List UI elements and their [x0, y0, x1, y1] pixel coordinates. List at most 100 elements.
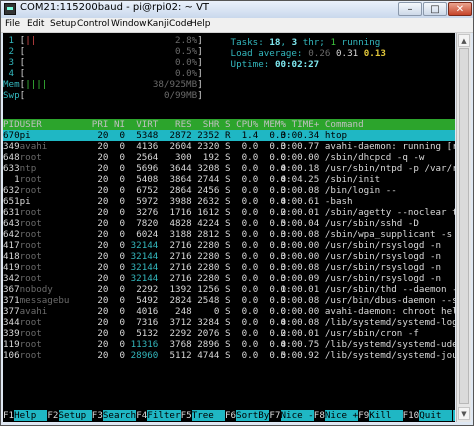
process-virt: 6752 [136, 185, 159, 196]
process-virt: 5696 [136, 163, 159, 174]
close-button[interactable]: ✕ [448, 2, 472, 16]
process-shr: 2744 [197, 174, 220, 185]
process-pid: 371 [3, 295, 20, 306]
process-pri: 20 [97, 152, 109, 163]
menu-edit[interactable]: Edit [27, 19, 44, 29]
process-time: 0:00.08 [280, 295, 320, 306]
process-res: 2604 [169, 141, 192, 152]
process-s: S [225, 350, 231, 361]
process-ni: 0 [119, 262, 126, 273]
process-res: 2716 [169, 251, 192, 262]
process-pri: 20 [97, 262, 109, 273]
process-cmd: -bash [324, 196, 353, 207]
scroll-thumb[interactable] [459, 48, 469, 404]
process-cpu: 0.0 [241, 229, 259, 240]
fkey-f10-label[interactable]: Quit [419, 410, 453, 421]
process-shr: 2456 [197, 185, 220, 196]
process-virt: 5972 [136, 196, 159, 207]
process-virt: 2564 [136, 152, 159, 163]
process-time: 0:00.08 [280, 229, 320, 240]
process-user: root [19, 152, 42, 163]
process-cpu: 0.0 [241, 295, 259, 306]
menu-window[interactable]: Window [111, 19, 147, 29]
meter-bracket: [ [19, 57, 26, 68]
process-pid: 417 [3, 240, 20, 251]
menu-setup[interactable]: Setup [50, 19, 76, 29]
fkey-f5-label[interactable]: Tree [191, 410, 225, 421]
terminal-screen[interactable]: 1 [|| 2.8%] 2 [0.5%] 3 [0.0%] 4 [0.0%] Mem… [3, 33, 455, 422]
vertical-scrollbar[interactable]: ▲ ▼ [456, 33, 471, 422]
fkey-f4-label[interactable]: Filter [147, 410, 181, 421]
process-ni: 0 [119, 306, 126, 317]
process-pid: 377 [3, 306, 20, 317]
process-time: 0:00.75 [280, 339, 320, 350]
process-ni: 0 [119, 295, 126, 306]
process-time: 0:00.34 [280, 130, 320, 141]
menu-control[interactable]: Control [77, 19, 110, 29]
swap-meter-value: 0/99MB [163, 90, 198, 101]
process-ni: 0 [119, 350, 126, 361]
process-res: 248 [175, 306, 192, 317]
menu-kanjicode[interactable]: KanjiCode [147, 19, 192, 29]
process-user: avahi [19, 306, 48, 317]
process-ni: 0 [119, 328, 126, 339]
process-time: 0:00.18 [280, 163, 320, 174]
fkey-f2: F2 [47, 410, 59, 421]
process-time: 0:04.25 [280, 174, 320, 185]
process-cpu: 0.0 [241, 251, 259, 262]
process-user: root [19, 229, 42, 240]
menu-help[interactable]: Help [190, 19, 211, 29]
fkey-f6-label[interactable]: SortBy [236, 410, 270, 421]
column-header-shr: SHR [202, 119, 220, 130]
process-time: 0:00.01 [280, 328, 320, 339]
process-time: 0:00.04 [280, 218, 320, 229]
fkey-f7: F7 [269, 410, 281, 421]
comma: , [280, 37, 287, 48]
process-cmd: htop [324, 130, 348, 141]
process-virt: 28960 [130, 350, 159, 361]
process-res: 2716 [169, 262, 192, 273]
process-res: 3988 [169, 196, 192, 207]
fkey-f8-label[interactable]: Nice + [324, 410, 359, 421]
process-res: 2292 [169, 328, 192, 339]
process-cmd: /usr/sbin/thd --daemon --trigge [324, 284, 455, 295]
minimize-button[interactable]: – [398, 2, 422, 16]
fkey-f2-label[interactable]: Setup [58, 410, 92, 421]
process-shr: 2280 [197, 262, 220, 273]
process-cpu: 1.4 [241, 130, 259, 141]
process-ni: 0 [119, 284, 126, 295]
scroll-up-arrow-icon[interactable]: ▲ [458, 34, 470, 47]
process-virt: 32144 [130, 273, 159, 284]
process-shr: 2320 [197, 141, 220, 152]
process-pri: 20 [97, 306, 109, 317]
fkey-f9-label[interactable]: Kill [369, 410, 403, 421]
process-pid: 349 [3, 141, 20, 152]
process-cpu: 0.0 [241, 240, 259, 251]
maximize-button[interactable]: □ [423, 2, 447, 16]
process-virt: 5348 [136, 130, 159, 141]
process-res: 1716 [169, 207, 192, 218]
process-time: 0:00.61 [280, 196, 320, 207]
process-res: 2872 [169, 130, 192, 141]
process-pid: 106 [3, 350, 20, 361]
meter-bracket: [ [19, 68, 26, 79]
process-cmd: /usr/sbin/rsyslogd -n [324, 251, 442, 262]
fkey-f3-label[interactable]: Search [102, 410, 137, 421]
running-label: running [341, 37, 381, 48]
process-user: root [19, 174, 42, 185]
process-cmd: /usr/sbin/sshd -D [324, 218, 419, 229]
process-cpu: 0.0 [241, 328, 259, 339]
cpu-meter-number: 3 [3, 57, 20, 68]
scroll-down-arrow-icon[interactable]: ▼ [458, 407, 470, 420]
process-time: 0:00.77 [280, 141, 320, 152]
process-pid: 643 [3, 218, 20, 229]
fkey-f1-label[interactable]: Help [14, 410, 48, 421]
process-s: S [225, 196, 231, 207]
menu-file[interactable]: File [5, 19, 20, 29]
process-virt: 3276 [136, 207, 159, 218]
load-average-15: 0.13 [363, 48, 386, 59]
process-pid: 339 [3, 328, 20, 339]
title-bar[interactable]: COM21:115200baud - pi@rpi02: ~ VT – □ ✕ [1, 1, 473, 18]
fkey-f7-label[interactable]: Nice - [280, 410, 314, 421]
load-average-5: 0.31 [336, 48, 359, 59]
